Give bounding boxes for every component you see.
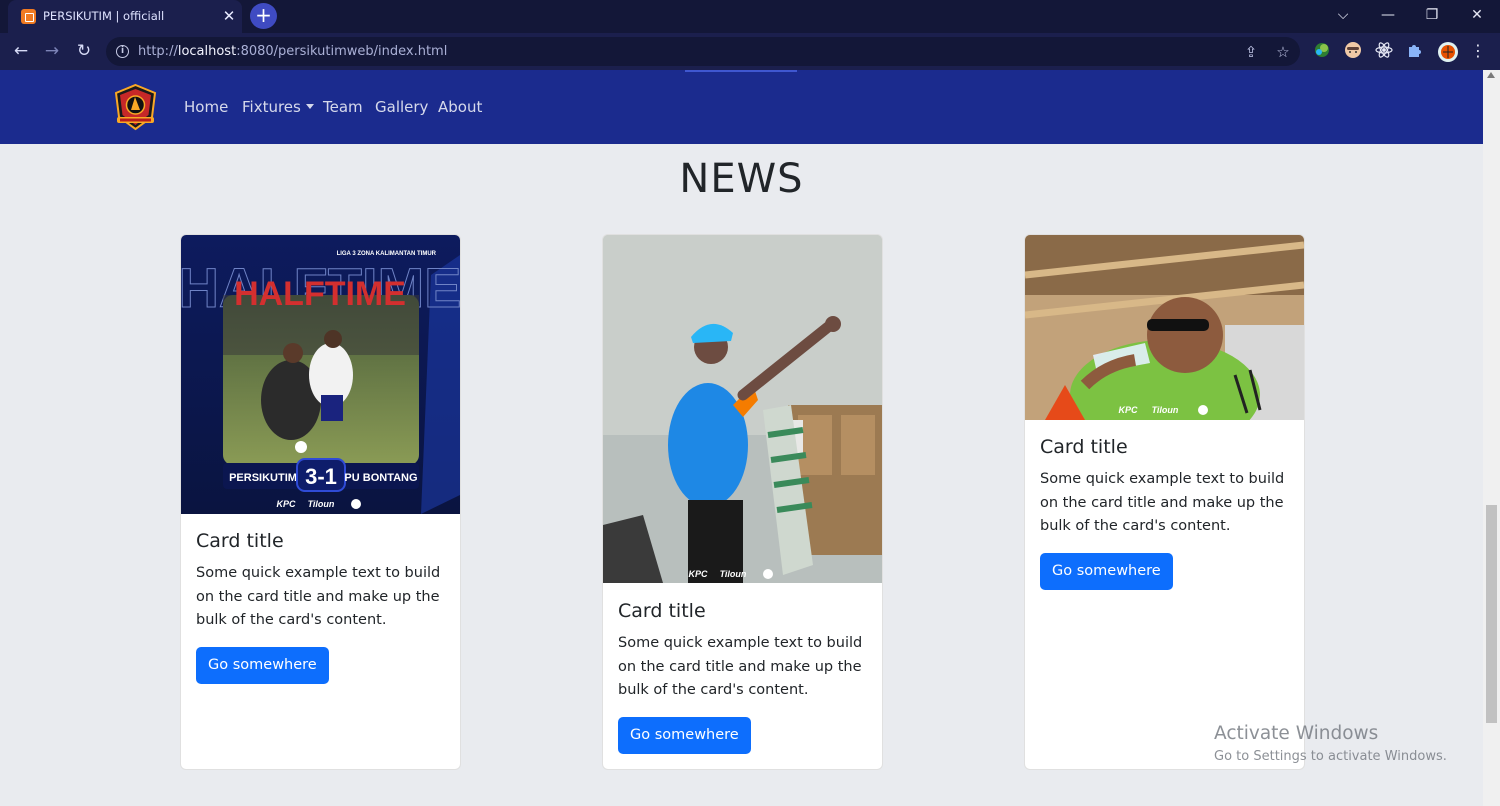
card-body: Card title Some quick example text to bu… [618, 600, 867, 754]
url-text[interactable]: http://localhost:8080/persikutimweb/inde… [138, 44, 447, 59]
svg-text:KPC: KPC [1118, 405, 1138, 415]
halftime-headline: HALFTIME [234, 275, 406, 313]
card-title: Card title [618, 600, 706, 622]
svg-text:KPC: KPC [688, 569, 708, 579]
card-text: Some quick example text to build on the … [618, 635, 863, 698]
browser-toolbar: ← → ↻ i http://localhost:8080/persikutim… [0, 33, 1500, 70]
scrolled-content-peek [685, 70, 797, 72]
nav-fixtures-dropdown[interactable]: Fixtures [242, 98, 314, 116]
xampp-favicon-icon [21, 9, 36, 24]
nav-team-link[interactable]: Team [323, 98, 363, 116]
nav-about-link[interactable]: About [438, 98, 482, 116]
tab-search-icon[interactable]: ⌵ [1328, 4, 1358, 26]
site-navbar: Home Fixtures Team Gallery About [0, 70, 1483, 144]
svg-text:Tiloun: Tiloun [308, 499, 335, 509]
restore-button[interactable]: ❐ [1417, 4, 1447, 26]
svg-text:KPC: KPC [276, 499, 296, 509]
persikutim-crest-icon [114, 83, 157, 131]
address-bar[interactable]: i http://localhost:8080/persikutimweb/in… [106, 37, 1300, 66]
puzzle-icon[interactable] [1405, 41, 1425, 61]
forward-icon[interactable]: → [39, 39, 65, 63]
scrollbar-thumb[interactable] [1486, 505, 1497, 723]
go-somewhere-button[interactable]: Go somewhere [618, 716, 751, 754]
profile-avatar-icon[interactable] [1437, 41, 1458, 62]
card-title: Card title [1040, 436, 1128, 458]
reload-icon[interactable]: ↻ [71, 39, 97, 63]
browser-tab-strip: PERSIKUTIM | officiall ✕ + ⌵ — ❐ ✕ [0, 0, 1500, 33]
tab-close-icon[interactable]: ✕ [220, 6, 238, 26]
svg-text:Tiloun: Tiloun [1152, 405, 1179, 415]
watermark-subtitle: Go to Settings to activate Windows. [1214, 749, 1447, 764]
card-body: Card title Some quick example text to bu… [196, 530, 445, 684]
fan-drinking-photo-image[interactable]: KPC Tiloun [1025, 235, 1304, 420]
new-tab-button[interactable]: + [250, 3, 277, 29]
nav-gallery-link[interactable]: Gallery [375, 98, 428, 116]
coach-photo-image[interactable]: KPC Tiloun [603, 235, 882, 583]
extension-react-icon[interactable] [1374, 41, 1394, 61]
back-icon[interactable]: ← [8, 39, 34, 63]
card-text: Some quick example text to build on the … [196, 565, 441, 628]
browser-tab-active[interactable]: PERSIKUTIM | officiall ✕ [8, 0, 242, 33]
page-scrollbar[interactable] [1483, 70, 1500, 806]
minimize-button[interactable]: — [1373, 4, 1403, 26]
go-somewhere-button[interactable]: Go somewhere [196, 646, 329, 684]
go-somewhere-button[interactable]: Go somewhere [1040, 552, 1173, 590]
card-body: Card title Some quick example text to bu… [1040, 436, 1289, 590]
watermark-title: Activate Windows [1214, 723, 1379, 744]
bookmark-star-icon[interactable]: ☆ [1273, 42, 1293, 62]
card-text: Some quick example text to build on the … [1040, 471, 1285, 534]
away-team-name: PU BONTANG [344, 472, 417, 484]
news-card: KPC Tiloun Card title Some quick example… [602, 234, 883, 770]
menu-kebab-icon[interactable]: ⋮ [1468, 41, 1488, 61]
scroll-up-arrow-icon[interactable] [1487, 72, 1495, 78]
match-score: 3-1 [305, 464, 337, 489]
svg-text:Tiloun: Tiloun [720, 569, 747, 579]
nav-home-link[interactable]: Home [184, 98, 228, 116]
news-card: LIGA 3 ZONA KALIMANTAN TIMUR HALFTIME HA… [180, 234, 461, 770]
share-icon[interactable]: ⇪ [1241, 42, 1261, 62]
halftime-score-image[interactable]: LIGA 3 ZONA KALIMANTAN TIMUR HALFTIME HA… [181, 235, 460, 514]
caret-down-icon [305, 104, 314, 109]
news-card: KPC Tiloun Card title Some quick example… [1024, 234, 1305, 770]
card-title: Card title [196, 530, 284, 552]
news-heading: NEWS [679, 156, 804, 202]
brand-logo[interactable] [111, 83, 160, 132]
tab-title: PERSIKUTIM | officiall [43, 9, 165, 23]
close-window-button[interactable]: ✕ [1462, 4, 1492, 26]
site-info-icon[interactable]: i [116, 45, 129, 58]
extension-green-icon[interactable] [1312, 41, 1332, 61]
extension-face-icon[interactable] [1343, 41, 1363, 61]
page-viewport: Home Fixtures Team Gallery About NEWS LI… [0, 70, 1483, 806]
home-team-name: PERSIKUTIM [229, 472, 297, 484]
windows-activation-watermark: Activate Windows Go to Settings to activ… [1214, 723, 1447, 764]
